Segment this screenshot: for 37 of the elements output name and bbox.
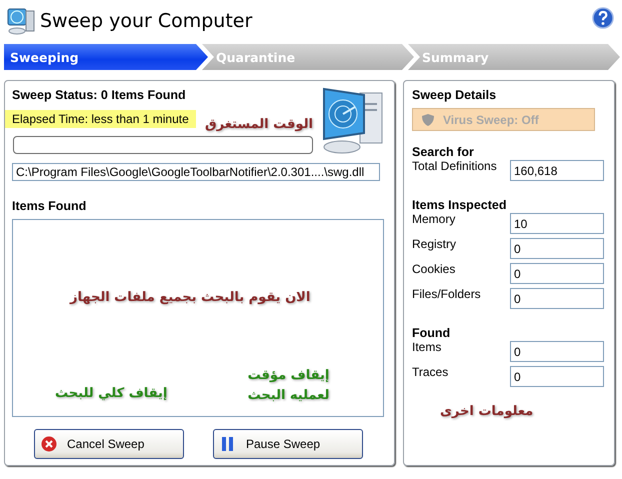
annotation-text: الان يقوم بالبحث بجميع ملفات الجهاز [70,290,310,305]
annotation-text: معلومات اخرى [440,404,534,419]
value-field: 0 [510,263,604,284]
field-label: Registry [412,237,456,251]
field-label: Items [412,340,442,354]
sweep-status: Sweep Status: 0 Items Found [12,88,187,104]
field-label: Cookies [412,262,456,276]
computer-icon [6,6,36,36]
field-label: Memory [412,212,456,226]
virus-sweep-status: Virus Sweep: Off [412,108,595,131]
pause-icon [220,436,236,452]
value-field: 0 [510,288,604,309]
cancel-button[interactable]: Cancel Sweep [34,429,184,459]
value-field: 0 [510,341,604,362]
field-label: Traces [412,365,448,379]
current-file-field: C:\Program Files\Google\GoogleToolbarNotifier\2.0.301....\swg.dll [12,163,380,181]
field-label: Total Definitions [412,159,497,173]
details-title: Sweep Details [412,88,498,104]
annotation-text: الوقت المستغرق [205,117,313,132]
group-heading: Items Inspected [412,198,508,212]
field-label: Files/Folders [412,287,481,301]
window-title: Sweep your Computer [40,10,254,32]
group-heading: Found [412,326,452,340]
value-field: 0 [510,238,604,259]
shield-icon [421,112,435,126]
close-icon [41,436,57,452]
annotation-text: إيقاف كلي للبحث [55,386,168,401]
value-field: 160,618 [510,160,604,181]
pause-button[interactable]: Pause Sweep [213,429,363,459]
group-heading: Search for [412,145,475,159]
help-icon[interactable] [592,7,614,29]
step-tab[interactable]: Sweeping [4,44,208,70]
value-field: 0 [510,366,604,387]
value-field: 10 [510,213,604,234]
elapsed-time: Elapsed Time: less than 1 minute [5,110,196,128]
annotation-text: إيقاف مؤقت لعمليه البحث [246,367,330,405]
items-found-label: Items Found [12,199,88,215]
